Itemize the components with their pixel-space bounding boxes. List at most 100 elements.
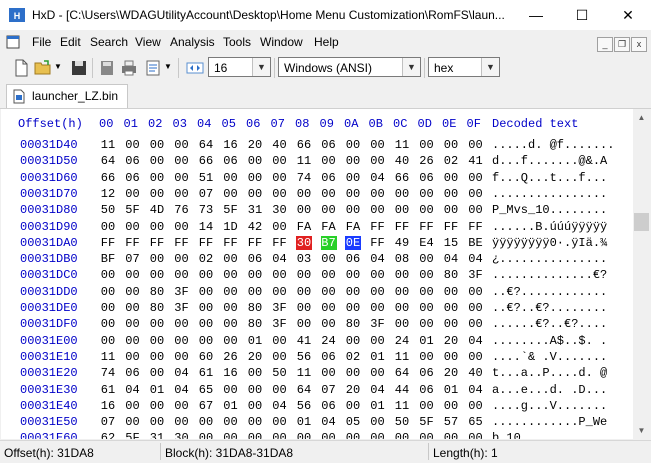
hex-byte[interactable]: 00 bbox=[247, 171, 263, 185]
hex-byte[interactable]: 00 bbox=[321, 301, 337, 315]
new-file-icon[interactable] bbox=[12, 59, 30, 77]
hex-byte[interactable]: 00 bbox=[223, 431, 239, 439]
hex-byte[interactable]: FF bbox=[370, 236, 386, 250]
hex-byte[interactable]: 11 bbox=[100, 138, 116, 152]
hex-byte[interactable]: 00 bbox=[419, 138, 435, 152]
hex-byte[interactable]: 00 bbox=[149, 399, 165, 413]
hex-byte[interactable]: 06 bbox=[321, 138, 337, 152]
properties-dropdown-icon[interactable]: ▼ bbox=[164, 62, 172, 71]
hex-byte[interactable]: 66 bbox=[100, 171, 116, 185]
hex-byte[interactable]: 00 bbox=[296, 431, 312, 439]
hex-byte[interactable]: 00 bbox=[296, 285, 312, 299]
hex-byte[interactable]: 04 bbox=[468, 252, 484, 266]
hex-byte[interactable]: 00 bbox=[149, 171, 165, 185]
print-icon[interactable] bbox=[120, 59, 138, 77]
hex-byte[interactable]: 07 bbox=[125, 252, 141, 266]
hex-byte[interactable]: 00 bbox=[223, 187, 239, 201]
hex-byte[interactable]: 00 bbox=[419, 350, 435, 364]
hex-byte[interactable]: 00 bbox=[443, 431, 459, 439]
decoded-text[interactable]: ......€?..€?.... bbox=[492, 317, 607, 331]
hex-byte[interactable]: 00 bbox=[198, 415, 214, 429]
hex-byte[interactable]: 11 bbox=[394, 138, 410, 152]
hex-byte[interactable]: 00 bbox=[198, 334, 214, 348]
hex-byte[interactable]: 5F bbox=[125, 431, 141, 439]
hex-byte[interactable]: 0E bbox=[345, 235, 361, 250]
hex-byte[interactable]: 00 bbox=[223, 252, 239, 266]
hex-byte[interactable]: 00 bbox=[125, 187, 141, 201]
hex-byte[interactable]: 3F bbox=[370, 317, 386, 331]
decoded-text[interactable]: d...f.......@&.A bbox=[492, 154, 607, 168]
hex-byte[interactable]: 00 bbox=[419, 431, 435, 439]
hex-byte[interactable]: 00 bbox=[125, 334, 141, 348]
hex-byte[interactable]: 07 bbox=[198, 187, 214, 201]
hex-byte[interactable]: 00 bbox=[149, 154, 165, 168]
hex-byte[interactable]: 3F bbox=[272, 301, 288, 315]
hex-byte[interactable]: 41 bbox=[468, 154, 484, 168]
scrollbar-thumb[interactable] bbox=[634, 213, 649, 231]
hex-byte[interactable]: 06 bbox=[321, 350, 337, 364]
hex-byte[interactable]: 01 bbox=[247, 334, 263, 348]
hex-byte[interactable]: 00 bbox=[468, 431, 484, 439]
hex-byte[interactable]: 64 bbox=[100, 154, 116, 168]
hex-byte[interactable]: FF bbox=[419, 220, 435, 234]
hex-byte[interactable]: 04 bbox=[468, 334, 484, 348]
hex-byte[interactable]: 00 bbox=[125, 268, 141, 282]
hex-byte[interactable]: 00 bbox=[468, 187, 484, 201]
scroll-up-icon[interactable]: ▲ bbox=[633, 109, 650, 126]
hex-byte[interactable]: 00 bbox=[345, 203, 361, 217]
hex-byte[interactable]: 02 bbox=[443, 154, 459, 168]
hex-byte[interactable]: 00 bbox=[345, 301, 361, 315]
hex-byte[interactable]: 00 bbox=[174, 334, 190, 348]
hex-byte[interactable]: 00 bbox=[149, 350, 165, 364]
hex-byte[interactable]: 16 bbox=[223, 138, 239, 152]
hex-byte[interactable]: 00 bbox=[370, 334, 386, 348]
hex-byte[interactable]: 00 bbox=[345, 399, 361, 413]
hex-byte[interactable]: 00 bbox=[419, 301, 435, 315]
hex-byte[interactable]: 00 bbox=[419, 268, 435, 282]
menu-view[interactable]: View bbox=[135, 35, 161, 49]
decoded-text[interactable]: b_10............ bbox=[492, 431, 607, 439]
hex-byte[interactable]: 00 bbox=[174, 268, 190, 282]
hex-byte[interactable]: 50 bbox=[272, 366, 288, 380]
hex-byte[interactable]: 00 bbox=[394, 285, 410, 299]
hex-byte[interactable]: 5F bbox=[125, 203, 141, 217]
hex-byte[interactable]: 01 bbox=[149, 383, 165, 397]
hex-byte[interactable]: 3F bbox=[468, 268, 484, 282]
decoded-text[interactable]: ......B.úúúÿÿÿÿÿ bbox=[492, 220, 607, 234]
decoded-text[interactable]: ............P_We bbox=[492, 415, 607, 429]
hex-byte[interactable]: 00 bbox=[321, 366, 337, 380]
hex-byte[interactable]: 00 bbox=[100, 220, 116, 234]
hex-byte[interactable]: 00 bbox=[198, 317, 214, 331]
hex-byte[interactable]: 00 bbox=[272, 431, 288, 439]
hex-byte[interactable]: 00 bbox=[370, 431, 386, 439]
hex-byte[interactable]: 00 bbox=[394, 187, 410, 201]
hex-byte[interactable]: 00 bbox=[394, 431, 410, 439]
maximize-button[interactable]: ☐ bbox=[559, 0, 605, 30]
hex-byte[interactable]: 20 bbox=[345, 383, 361, 397]
hex-byte[interactable]: FF bbox=[370, 220, 386, 234]
hex-byte[interactable]: 00 bbox=[370, 268, 386, 282]
hex-byte[interactable]: 00 bbox=[223, 415, 239, 429]
hex-byte[interactable]: 00 bbox=[149, 317, 165, 331]
decoded-text[interactable]: t...a..P....d. @ bbox=[492, 366, 607, 380]
hex-byte[interactable]: 00 bbox=[174, 252, 190, 266]
hex-byte[interactable]: 80 bbox=[247, 317, 263, 331]
hex-byte[interactable]: 04 bbox=[321, 415, 337, 429]
hex-byte[interactable]: 02 bbox=[345, 350, 361, 364]
hex-byte[interactable]: 00 bbox=[149, 138, 165, 152]
hex-byte[interactable]: 00 bbox=[272, 285, 288, 299]
hex-byte[interactable]: 00 bbox=[468, 171, 484, 185]
mdi-close-button[interactable]: x bbox=[631, 37, 647, 52]
hex-byte[interactable]: 66 bbox=[296, 138, 312, 152]
menu-window[interactable]: Window bbox=[260, 35, 303, 49]
hex-byte[interactable]: 00 bbox=[321, 154, 337, 168]
hex-byte[interactable]: FF bbox=[272, 236, 288, 250]
hex-byte[interactable]: 00 bbox=[321, 317, 337, 331]
hex-byte[interactable]: 00 bbox=[394, 268, 410, 282]
hex-byte[interactable]: 64 bbox=[198, 138, 214, 152]
decoded-text[interactable]: ¿............... bbox=[492, 252, 607, 266]
hex-byte[interactable]: 00 bbox=[247, 431, 263, 439]
hex-byte[interactable]: 00 bbox=[174, 317, 190, 331]
hex-byte[interactable]: 66 bbox=[198, 154, 214, 168]
hex-byte[interactable]: 00 bbox=[321, 187, 337, 201]
